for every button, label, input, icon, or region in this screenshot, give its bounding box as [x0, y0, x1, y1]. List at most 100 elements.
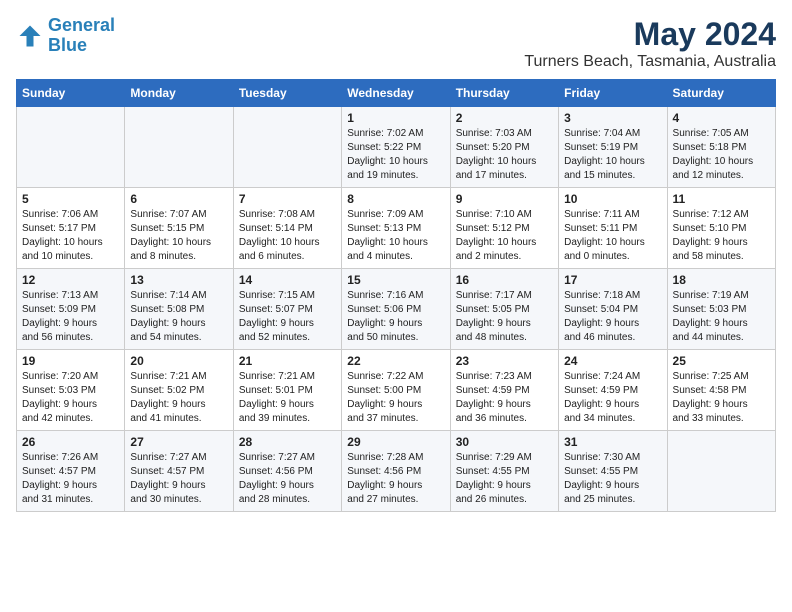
table-row: 27 Sunrise: 7:27 AM Sunset: 4:57 PM Dayli…: [125, 431, 233, 512]
table-row: 23 Sunrise: 7:23 AM Sunset: 4:59 PM Dayli…: [450, 350, 558, 431]
day-number: 17: [564, 273, 661, 287]
day-info: Sunrise: 7:27 AM Sunset: 4:56 PM Dayligh…: [239, 451, 336, 507]
table-row: 26Sunrise: 7:26 AM Sunset: 4:57 PM Dayli…: [17, 431, 125, 512]
table-row: 18 Sunrise: 7:19 AM Sunset: 5:03 PM Dayli…: [667, 269, 775, 350]
page-header: General Blue May 2024 Turners Beach, Tas…: [16, 16, 776, 71]
day-number: 29: [347, 435, 444, 449]
table-row: [667, 431, 775, 512]
day-number: 12: [22, 273, 119, 287]
calendar-week-row: 19 Sunrise: 7:20 AM Sunset: 5:03 PM Dayli…: [17, 350, 776, 431]
day-info: Sunrise: 7:07 AM Sunset: 5:15 PM Dayligh…: [130, 208, 227, 264]
day-number: 3: [564, 111, 661, 125]
calendar-week-row: 12Sunrise: 7:13 AM Sunset: 5:09 PM Dayli…: [17, 269, 776, 350]
day-info: Sunrise: 7:20 AM Sunset: 5:03 PM Dayligh…: [22, 370, 119, 426]
day-info: Sunrise: 7:27 AM Sunset: 4:57 PM Dayligh…: [130, 451, 227, 507]
table-row: 29 Sunrise: 7:28 AM Sunset: 4:56 PM Dayli…: [342, 431, 450, 512]
table-row: 28 Sunrise: 7:27 AM Sunset: 4:56 PM Dayli…: [233, 431, 341, 512]
table-row: 31Sunrise: 7:30 AM Sunset: 4:55 PM Dayli…: [559, 431, 667, 512]
day-number: 21: [239, 354, 336, 368]
header-wednesday: Wednesday: [342, 80, 450, 107]
day-number: 23: [456, 354, 553, 368]
header-sunday: Sunday: [17, 80, 125, 107]
day-info: Sunrise: 7:11 AM Sunset: 5:11 PM Dayligh…: [564, 208, 661, 264]
day-number: 5: [22, 192, 119, 206]
table-row: 2 Sunrise: 7:03 AM Sunset: 5:20 PM Daylig…: [450, 107, 558, 188]
day-info: Sunrise: 7:16 AM Sunset: 5:06 PM Dayligh…: [347, 289, 444, 345]
day-number: 25: [673, 354, 770, 368]
day-info: Sunrise: 7:22 AM Sunset: 5:00 PM Dayligh…: [347, 370, 444, 426]
table-row: 14Sunrise: 7:15 AM Sunset: 5:07 PM Dayli…: [233, 269, 341, 350]
day-info: Sunrise: 7:17 AM Sunset: 5:05 PM Dayligh…: [456, 289, 553, 345]
calendar-table: Sunday Monday Tuesday Wednesday Thursday…: [16, 79, 776, 512]
days-header-row: Sunday Monday Tuesday Wednesday Thursday…: [17, 80, 776, 107]
table-row: 19 Sunrise: 7:20 AM Sunset: 5:03 PM Dayli…: [17, 350, 125, 431]
day-info: Sunrise: 7:19 AM Sunset: 5:03 PM Dayligh…: [673, 289, 770, 345]
day-info: Sunrise: 7:25 AM Sunset: 4:58 PM Dayligh…: [673, 370, 770, 426]
day-info: Sunrise: 7:03 AM Sunset: 5:20 PM Dayligh…: [456, 127, 553, 183]
day-info: Sunrise: 7:28 AM Sunset: 4:56 PM Dayligh…: [347, 451, 444, 507]
table-row: [125, 107, 233, 188]
logo: General Blue: [16, 16, 115, 56]
day-number: 16: [456, 273, 553, 287]
day-info: Sunrise: 7:23 AM Sunset: 4:59 PM Dayligh…: [456, 370, 553, 426]
day-number: 28: [239, 435, 336, 449]
day-number: 26: [22, 435, 119, 449]
day-number: 18: [673, 273, 770, 287]
day-number: 15: [347, 273, 444, 287]
header-saturday: Saturday: [667, 80, 775, 107]
day-number: 6: [130, 192, 227, 206]
day-info: Sunrise: 7:08 AM Sunset: 5:14 PM Dayligh…: [239, 208, 336, 264]
calendar-title: May 2024: [524, 16, 776, 53]
table-row: 8 Sunrise: 7:09 AM Sunset: 5:13 PM Daylig…: [342, 188, 450, 269]
day-info: Sunrise: 7:15 AM Sunset: 5:07 PM Dayligh…: [239, 289, 336, 345]
day-number: 13: [130, 273, 227, 287]
table-row: 7Sunrise: 7:08 AM Sunset: 5:14 PM Daylig…: [233, 188, 341, 269]
table-row: 21 Sunrise: 7:21 AM Sunset: 5:01 PM Dayli…: [233, 350, 341, 431]
day-info: Sunrise: 7:24 AM Sunset: 4:59 PM Dayligh…: [564, 370, 661, 426]
table-row: 4 Sunrise: 7:05 AM Sunset: 5:18 PM Daylig…: [667, 107, 775, 188]
day-number: 22: [347, 354, 444, 368]
day-info: Sunrise: 7:09 AM Sunset: 5:13 PM Dayligh…: [347, 208, 444, 264]
header-tuesday: Tuesday: [233, 80, 341, 107]
calendar-subtitle: Turners Beach, Tasmania, Australia: [524, 53, 776, 71]
table-row: 20 Sunrise: 7:21 AM Sunset: 5:02 PM Dayli…: [125, 350, 233, 431]
table-row: 30 Sunrise: 7:29 AM Sunset: 4:55 PM Dayli…: [450, 431, 558, 512]
day-number: 2: [456, 111, 553, 125]
header-thursday: Thursday: [450, 80, 558, 107]
day-info: Sunrise: 7:29 AM Sunset: 4:55 PM Dayligh…: [456, 451, 553, 507]
table-row: 9Sunrise: 7:10 AM Sunset: 5:12 PM Daylig…: [450, 188, 558, 269]
table-row: 10 Sunrise: 7:11 AM Sunset: 5:11 PM Dayli…: [559, 188, 667, 269]
logo-icon: [16, 22, 44, 50]
day-number: 10: [564, 192, 661, 206]
day-info: Sunrise: 7:18 AM Sunset: 5:04 PM Dayligh…: [564, 289, 661, 345]
table-row: 1Sunrise: 7:02 AM Sunset: 5:22 PM Daylig…: [342, 107, 450, 188]
day-number: 31: [564, 435, 661, 449]
table-row: 11 Sunrise: 7:12 AM Sunset: 5:10 PM Dayli…: [667, 188, 775, 269]
day-info: Sunrise: 7:21 AM Sunset: 5:01 PM Dayligh…: [239, 370, 336, 426]
table-row: [17, 107, 125, 188]
day-info: Sunrise: 7:05 AM Sunset: 5:18 PM Dayligh…: [673, 127, 770, 183]
table-row: 15 Sunrise: 7:16 AM Sunset: 5:06 PM Dayli…: [342, 269, 450, 350]
header-friday: Friday: [559, 80, 667, 107]
day-info: Sunrise: 7:02 AM Sunset: 5:22 PM Dayligh…: [347, 127, 444, 183]
day-number: 4: [673, 111, 770, 125]
calendar-week-row: 1Sunrise: 7:02 AM Sunset: 5:22 PM Daylig…: [17, 107, 776, 188]
table-row: [233, 107, 341, 188]
table-row: 13 Sunrise: 7:14 AM Sunset: 5:08 PM Dayli…: [125, 269, 233, 350]
table-row: 25 Sunrise: 7:25 AM Sunset: 4:58 PM Dayli…: [667, 350, 775, 431]
day-number: 20: [130, 354, 227, 368]
day-info: Sunrise: 7:21 AM Sunset: 5:02 PM Dayligh…: [130, 370, 227, 426]
table-row: 3Sunrise: 7:04 AM Sunset: 5:19 PM Daylig…: [559, 107, 667, 188]
day-info: Sunrise: 7:12 AM Sunset: 5:10 PM Dayligh…: [673, 208, 770, 264]
day-number: 8: [347, 192, 444, 206]
day-info: Sunrise: 7:14 AM Sunset: 5:08 PM Dayligh…: [130, 289, 227, 345]
day-number: 11: [673, 192, 770, 206]
table-row: 17 Sunrise: 7:18 AM Sunset: 5:04 PM Dayli…: [559, 269, 667, 350]
day-number: 19: [22, 354, 119, 368]
day-info: Sunrise: 7:10 AM Sunset: 5:12 PM Dayligh…: [456, 208, 553, 264]
table-row: 12Sunrise: 7:13 AM Sunset: 5:09 PM Dayli…: [17, 269, 125, 350]
day-number: 27: [130, 435, 227, 449]
day-number: 30: [456, 435, 553, 449]
table-row: 6 Sunrise: 7:07 AM Sunset: 5:15 PM Daylig…: [125, 188, 233, 269]
table-row: 16 Sunrise: 7:17 AM Sunset: 5:05 PM Dayli…: [450, 269, 558, 350]
